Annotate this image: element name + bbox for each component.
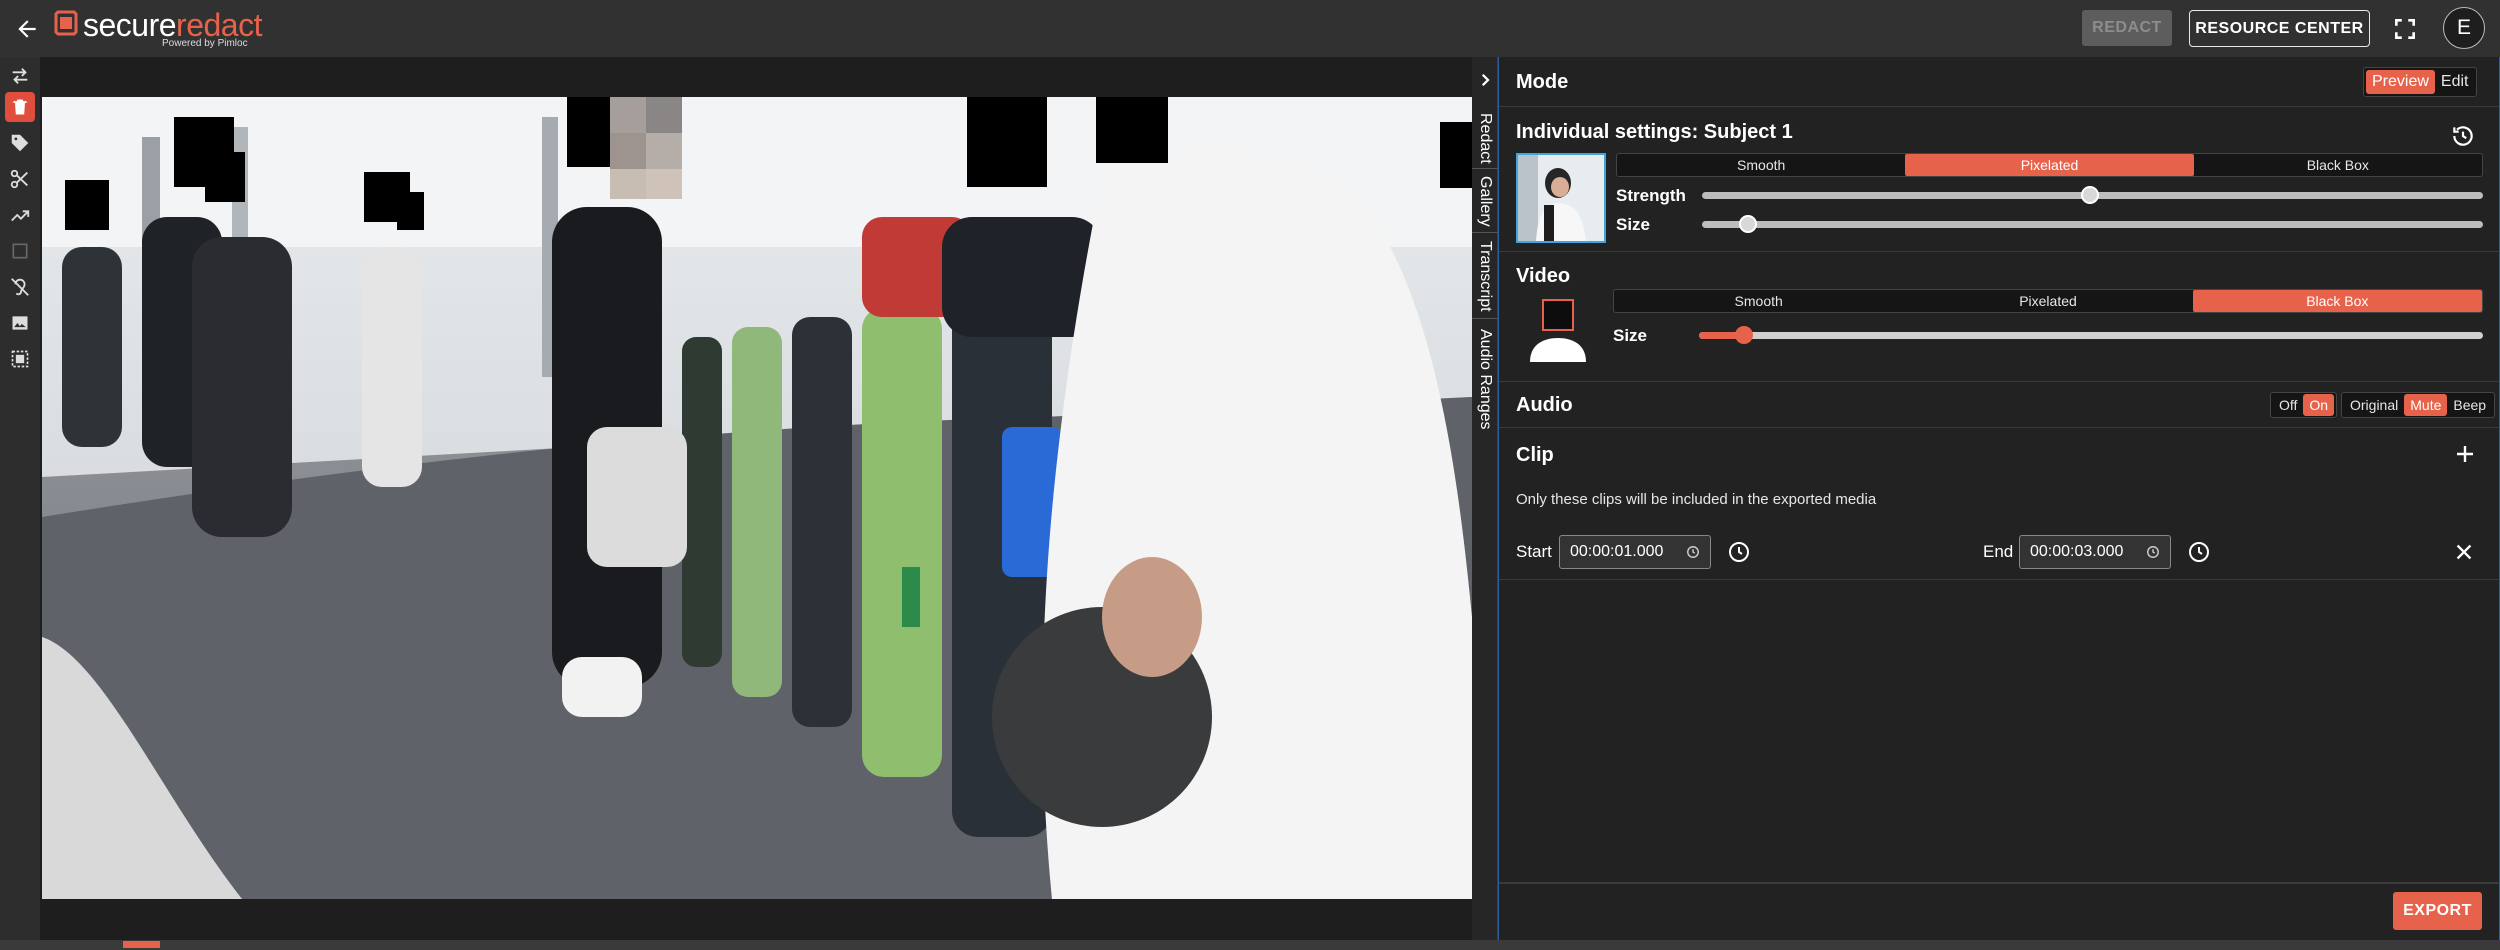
- video-size-slider[interactable]: [1699, 332, 2483, 339]
- back-arrow-icon[interactable]: [14, 16, 40, 42]
- side-tabs: Redact Gallery Transcript Audio Ranges: [1472, 57, 1498, 940]
- mode-preview-button[interactable]: Preview: [2366, 70, 2435, 94]
- ear-off-icon[interactable]: [5, 272, 35, 302]
- clip-end-value: 00:00:03.000: [2030, 543, 2124, 560]
- clip-start-clock-icon[interactable]: [1727, 540, 1751, 564]
- audio-mute-option[interactable]: Mute: [2404, 394, 2448, 416]
- individual-size-slider-handle[interactable]: [1739, 215, 1757, 233]
- clip-end-label: End: [1983, 542, 2014, 561]
- clip-start-input[interactable]: 00:00:01.000: [1559, 535, 1711, 569]
- audio-title: Audio: [1516, 394, 1573, 416]
- audio-original-option[interactable]: Original: [2344, 394, 2404, 416]
- audio-toggle: Off On: [2270, 392, 2338, 418]
- video-frame[interactable]: [42, 97, 1472, 899]
- video-pixelated-option[interactable]: Pixelated: [1903, 290, 2192, 312]
- chevron-right-icon[interactable]: [1476, 71, 1494, 89]
- individual-smooth-option[interactable]: Smooth: [1617, 154, 1905, 176]
- strength-slider-handle[interactable]: [2081, 186, 2099, 204]
- footer-divider: [1499, 882, 2499, 884]
- subject-thumbnail[interactable]: [1516, 153, 1606, 243]
- tab-gallery[interactable]: Gallery: [1472, 171, 1498, 233]
- clip-section: Clip Only these clips will be included i…: [1499, 428, 2499, 580]
- top-bar: secureredact Powered by Pimloc REDACT RE…: [0, 0, 2500, 57]
- pixelated-face: [610, 97, 682, 199]
- individual-blackbox-option[interactable]: Black Box: [2194, 154, 2482, 176]
- swap-icon[interactable]: [5, 61, 35, 91]
- resource-center-button[interactable]: RESOURCE CENTER: [2189, 10, 2370, 47]
- tab-transcript[interactable]: Transcript: [1472, 235, 1498, 319]
- mode-title: Mode: [1516, 71, 1569, 93]
- logo-subtitle: Powered by Pimloc: [162, 38, 248, 49]
- video-scene-image: [42, 97, 1472, 899]
- clip-end-input[interactable]: 00:00:03.000: [2019, 535, 2171, 569]
- export-button[interactable]: EXPORT: [2393, 892, 2482, 930]
- history-icon[interactable]: [2450, 123, 2476, 149]
- individual-style-selector: Smooth Pixelated Black Box: [1616, 153, 2483, 177]
- video-size-slider-handle[interactable]: [1735, 326, 1753, 344]
- mode-edit-button[interactable]: Edit: [2435, 70, 2475, 94]
- tab-audio-ranges[interactable]: Audio Ranges: [1472, 321, 1498, 437]
- fullscreen-icon[interactable]: [2392, 16, 2418, 42]
- frame-icon[interactable]: [5, 344, 35, 374]
- clip-start-label: Start: [1516, 542, 1552, 561]
- settings-panel: Mode Preview Edit Individual settings: S…: [1498, 57, 2500, 940]
- image-icon[interactable]: [5, 308, 35, 338]
- logo-mark-icon: [54, 10, 78, 36]
- audio-off-option[interactable]: Off: [2273, 394, 2303, 416]
- clip-end-time-icon[interactable]: [2146, 545, 2160, 564]
- trend-icon[interactable]: [5, 200, 35, 230]
- audio-section: Audio Off On Original Mute Beep: [1499, 382, 2499, 428]
- video-blackbox-option[interactable]: Black Box: [2192, 290, 2482, 312]
- individual-settings-title: Individual settings: Subject 1: [1516, 121, 1793, 143]
- timeline-bar[interactable]: [0, 940, 2500, 950]
- strength-label: Strength: [1616, 186, 1686, 205]
- mode-section: Mode Preview Edit: [1499, 57, 2499, 107]
- timeline-playhead[interactable]: [123, 941, 160, 948]
- audio-mode-selector: Original Mute Beep: [2341, 392, 2496, 418]
- video-smooth-option[interactable]: Smooth: [1614, 290, 1903, 312]
- audio-beep-option[interactable]: Beep: [2447, 394, 2492, 416]
- video-style-selector: Smooth Pixelated Black Box: [1613, 289, 2483, 313]
- user-avatar[interactable]: E: [2443, 7, 2485, 49]
- select-box-icon[interactable]: [5, 236, 35, 266]
- individual-size-slider[interactable]: [1702, 221, 2483, 228]
- person-box-icon: [1528, 296, 1588, 362]
- clip-description: Only these clips will be included in the…: [1516, 491, 1877, 508]
- clip-start-time-icon[interactable]: [1686, 545, 1700, 564]
- individual-size-label: Size: [1616, 215, 1651, 234]
- add-clip-icon[interactable]: [2453, 442, 2477, 466]
- clip-end-clock-icon[interactable]: [2187, 540, 2211, 564]
- individual-settings-section: Individual settings: Subject 1 Smooth Pi…: [1499, 107, 2499, 252]
- scissors-icon[interactable]: [5, 164, 35, 194]
- left-toolbar: [0, 57, 40, 950]
- video-title: Video: [1516, 265, 1571, 287]
- redact-button[interactable]: REDACT: [2082, 10, 2172, 46]
- clip-start-value: 00:00:01.000: [1570, 543, 1664, 560]
- clip-title: Clip: [1516, 444, 1554, 466]
- mode-toggle: Preview Edit: [2363, 67, 2478, 97]
- video-size-label: Size: [1613, 326, 1648, 345]
- individual-pixelated-option[interactable]: Pixelated: [1905, 154, 2194, 176]
- tag-icon[interactable]: [5, 128, 35, 158]
- remove-clip-icon[interactable]: [2453, 541, 2475, 563]
- video-area: [40, 57, 1472, 940]
- video-section: Video Smooth Pixelated Black Box Size: [1499, 252, 2499, 382]
- audio-on-option[interactable]: On: [2303, 394, 2335, 416]
- trash-icon[interactable]: [5, 92, 35, 122]
- tab-redact[interactable]: Redact: [1472, 109, 1498, 169]
